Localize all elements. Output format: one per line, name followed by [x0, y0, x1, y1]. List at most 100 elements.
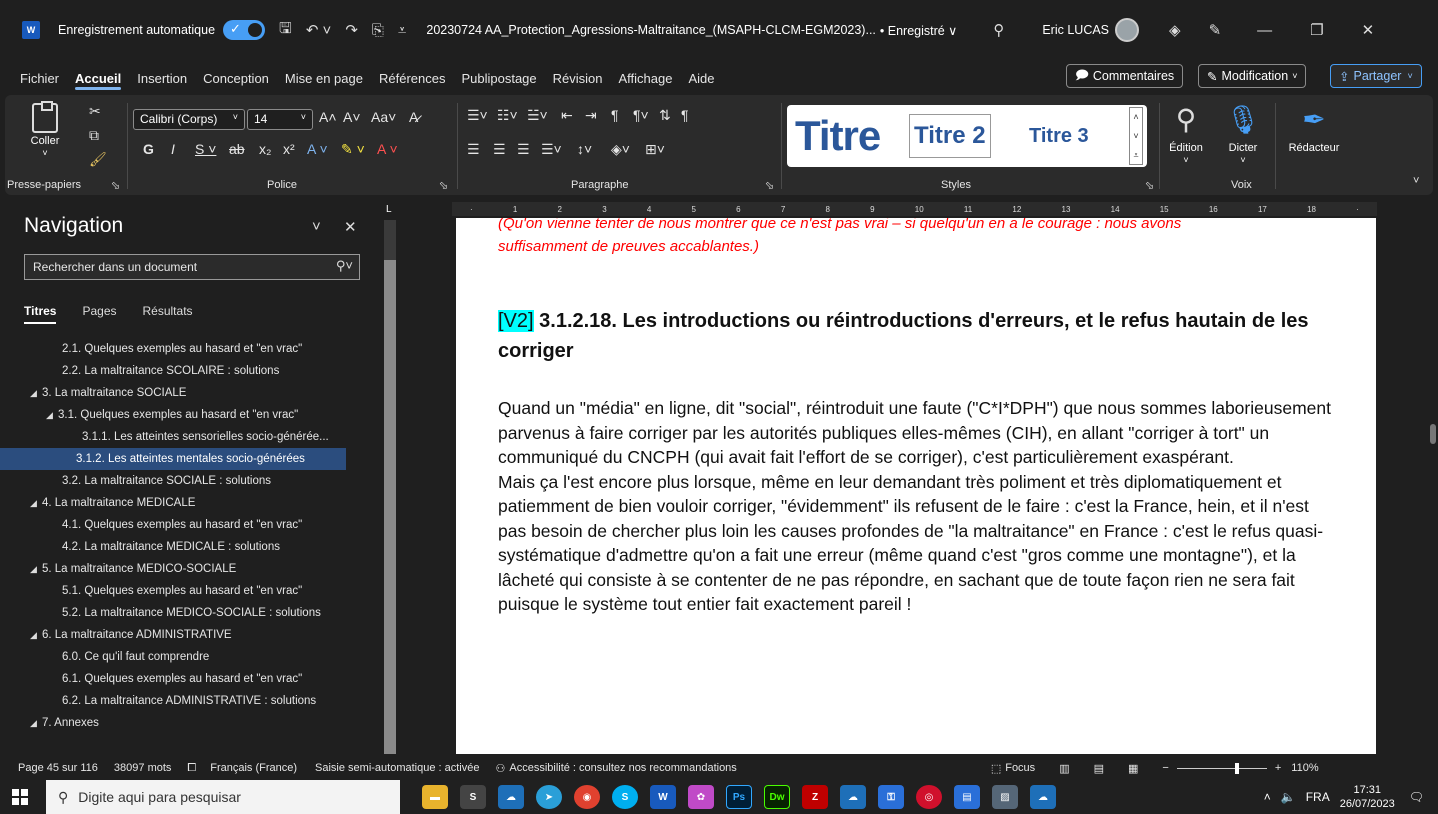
styles-scroll[interactable]: ˄ ˅ ⩡ [1129, 107, 1143, 165]
app-red-icon[interactable]: ◎ [916, 785, 942, 809]
nav-heading-item[interactable]: ◢ 7. Annexes [0, 712, 378, 734]
vertical-ruler[interactable] [384, 220, 396, 754]
text-predictions[interactable]: Saisie semi-automatique : activée [315, 762, 479, 774]
word-taskbar-icon[interactable]: W [650, 785, 676, 809]
increase-indent-icon[interactable]: ⇥ [585, 107, 597, 124]
nav-heading-item[interactable]: 2.1. Quelques exemples au hasard et "en … [0, 338, 378, 360]
saved-status[interactable]: • Enregistré ∨ [880, 23, 957, 38]
justify-icon[interactable]: ☰˅ [541, 141, 562, 158]
tab-publipostage[interactable]: Publipostage [461, 71, 536, 86]
bullets-icon[interactable]: ☰˅ [467, 107, 488, 124]
tab-conception[interactable]: Conception [203, 71, 269, 86]
zoom-out-icon[interactable]: − [1162, 762, 1168, 774]
nav-heading-item[interactable]: 6.0. Ce qu'il faut comprendre [0, 646, 378, 668]
app-outlook-icon[interactable]: ▤ [954, 785, 980, 809]
nav-heading-item[interactable]: 4.1. Quelques exemples au hasard et "en … [0, 514, 378, 536]
file-explorer-icon[interactable]: ▬ [422, 785, 448, 809]
nav-heading-item[interactable]: 5.2. La maltraitance MEDICO-SOCIALE : so… [0, 602, 378, 624]
filezilla-icon[interactable]: Z [802, 785, 828, 809]
nav-heading-item[interactable]: ◢ 3. La maltraitance SOCIALE [0, 382, 378, 404]
cut-icon[interactable]: ✂ [89, 103, 101, 120]
app-chat-icon[interactable]: ☁ [498, 785, 524, 809]
avatar[interactable] [1115, 18, 1140, 42]
superscript-icon[interactable]: x² [283, 141, 295, 157]
share-button[interactable]: ⇪ Partager ˅ [1330, 64, 1422, 88]
sort-icon[interactable]: ⇅ [659, 107, 671, 124]
vertical-scrollbar[interactable] [1428, 218, 1438, 754]
minimize-icon[interactable]: — [1257, 22, 1272, 39]
nav-search-input[interactable]: Rechercher dans un document ⚲˅ [24, 254, 360, 280]
nav-heading-item[interactable]: ◢ 4. La maltraitance MEDICALE [0, 492, 378, 514]
grow-font-icon[interactable]: A˄ [319, 109, 337, 125]
strikethrough-icon[interactable]: ab [229, 141, 245, 157]
shrink-font-icon[interactable]: A˅ [343, 109, 361, 125]
line-spacing-icon[interactable]: ↕˅ [577, 141, 592, 157]
input-language[interactable]: FRA [1306, 790, 1330, 804]
search-icon[interactable]: ⚲ [993, 21, 1004, 39]
tab-fichier[interactable]: Fichier [20, 71, 59, 86]
autosave-toggle[interactable]: ✓ [223, 20, 266, 40]
tab-accueil[interactable]: Accueil [75, 71, 122, 90]
collapse-icon[interactable]: ◢ [30, 498, 42, 509]
modification-button[interactable]: ✎ Modification ˅ [1198, 64, 1307, 88]
diamond-icon[interactable]: ◈ [1169, 21, 1181, 39]
paste-button[interactable]: Coller ˅ [19, 101, 71, 159]
chrome-icon[interactable]: ◉ [574, 785, 600, 809]
red-comment[interactable]: (Qu'on vienne tenter de nous montrer que… [498, 218, 1328, 258]
dicter-button[interactable]: 🎙 Dicter ˅ [1221, 103, 1265, 166]
tab-revision[interactable]: Révision [553, 71, 603, 86]
redacteur-button[interactable]: ✒ Rédacteur [1283, 103, 1345, 154]
app-flower-icon[interactable]: ✿ [688, 785, 714, 809]
tab-aide[interactable]: Aide [688, 71, 714, 86]
notifications-icon[interactable]: 🗨 [1409, 790, 1424, 804]
nav-heading-item-selected[interactable]: 3.1.2. Les atteintes mentales socio-géné… [0, 448, 346, 470]
close-icon[interactable]: ✕ [1362, 21, 1375, 39]
nav-heading-item[interactable]: 3.1.1. Les atteintes sensorielles socio-… [0, 426, 378, 448]
multilevel-list-icon[interactable]: ☱˅ [527, 107, 548, 124]
nav-heading-item[interactable]: 3.2. La maltraitance SOCIALE : solutions [0, 470, 378, 492]
copy-icon[interactable]: ⧉ [89, 127, 99, 144]
app-s-icon[interactable]: S [460, 785, 486, 809]
tab-selector-icon[interactable]: L [386, 204, 396, 215]
nav-heading-item[interactable]: ◢ 5. La maltraitance MEDICO-SOCIALE [0, 558, 378, 580]
language[interactable]: Français (France) [210, 762, 297, 774]
zoom-level[interactable]: 110% [1291, 762, 1318, 774]
nav-heading-item[interactable]: ◢ 3.1. Quelques exemples au hasard et "en… [0, 404, 378, 426]
telegram-icon[interactable]: ➤ [536, 785, 562, 809]
redo-icon[interactable]: ↷ [345, 21, 358, 39]
text-effects-icon[interactable]: A ˅ [307, 141, 328, 157]
nav-heading-item[interactable]: 2.2. La maltraitance SCOLAIRE : solution… [0, 360, 378, 382]
style-titre-2[interactable]: Titre 2 [909, 114, 991, 158]
numbering-icon[interactable]: ☷˅ [497, 107, 518, 124]
collapse-icon[interactable]: ◢ [30, 564, 42, 575]
collapse-ribbon-icon[interactable]: ˅ [1413, 175, 1419, 187]
app-bluetooth-icon[interactable]: ⚿ [878, 785, 904, 809]
chevron-up-icon[interactable]: ˄ [1264, 790, 1271, 804]
print-layout-icon[interactable]: ▤ [1094, 762, 1104, 775]
document-page[interactable]: (Qu'on vienne tenter de nous montrer que… [456, 218, 1376, 754]
customize-toolbar-icon[interactable]: ⩡ [398, 22, 406, 39]
edition-button[interactable]: ⚲ Édition ˅ [1163, 103, 1209, 166]
show-marks-icon[interactable]: ¶ [681, 107, 689, 123]
word-count[interactable]: 38097 mots [114, 762, 171, 774]
nav-heading-item[interactable]: 4.2. La maltraitance MEDICALE : solution… [0, 536, 378, 558]
align-left-icon[interactable]: ☰ [467, 141, 480, 158]
borders-icon[interactable]: ⊞˅ [645, 141, 665, 158]
comments-button[interactable]: 🗩 Commentaires [1066, 64, 1184, 88]
rtl-icon[interactable]: ¶˅ [633, 107, 649, 123]
close-icon[interactable]: ✕ [344, 218, 357, 236]
italic-icon[interactable]: I [171, 141, 175, 157]
app-chat2-icon[interactable]: ☁ [840, 785, 866, 809]
accessibility-status[interactable]: Accessibilité : consultez nos recommanda… [509, 762, 736, 774]
collapse-icon[interactable]: ◢ [46, 410, 58, 421]
nav-heading-item[interactable]: ◢ 6. La maltraitance ADMINISTRATIVE [0, 624, 378, 646]
nav-heading-item[interactable]: 5.1. Quelques exemples au hasard et "en … [0, 580, 378, 602]
style-titre-3[interactable]: Titre 3 [1023, 109, 1095, 163]
save-icon[interactable]: 🖫 [279, 18, 292, 43]
user-name[interactable]: Eric LUCAS [1042, 23, 1109, 37]
nav-heading-item[interactable]: 6.1. Quelques exemples au hasard et "en … [0, 668, 378, 690]
collapse-icon[interactable]: ◢ [30, 718, 42, 729]
subscript-icon[interactable]: x₂ [259, 141, 271, 157]
dreamweaver-icon[interactable]: Dw [764, 785, 790, 809]
underline-icon[interactable]: S ˅ [195, 141, 216, 157]
